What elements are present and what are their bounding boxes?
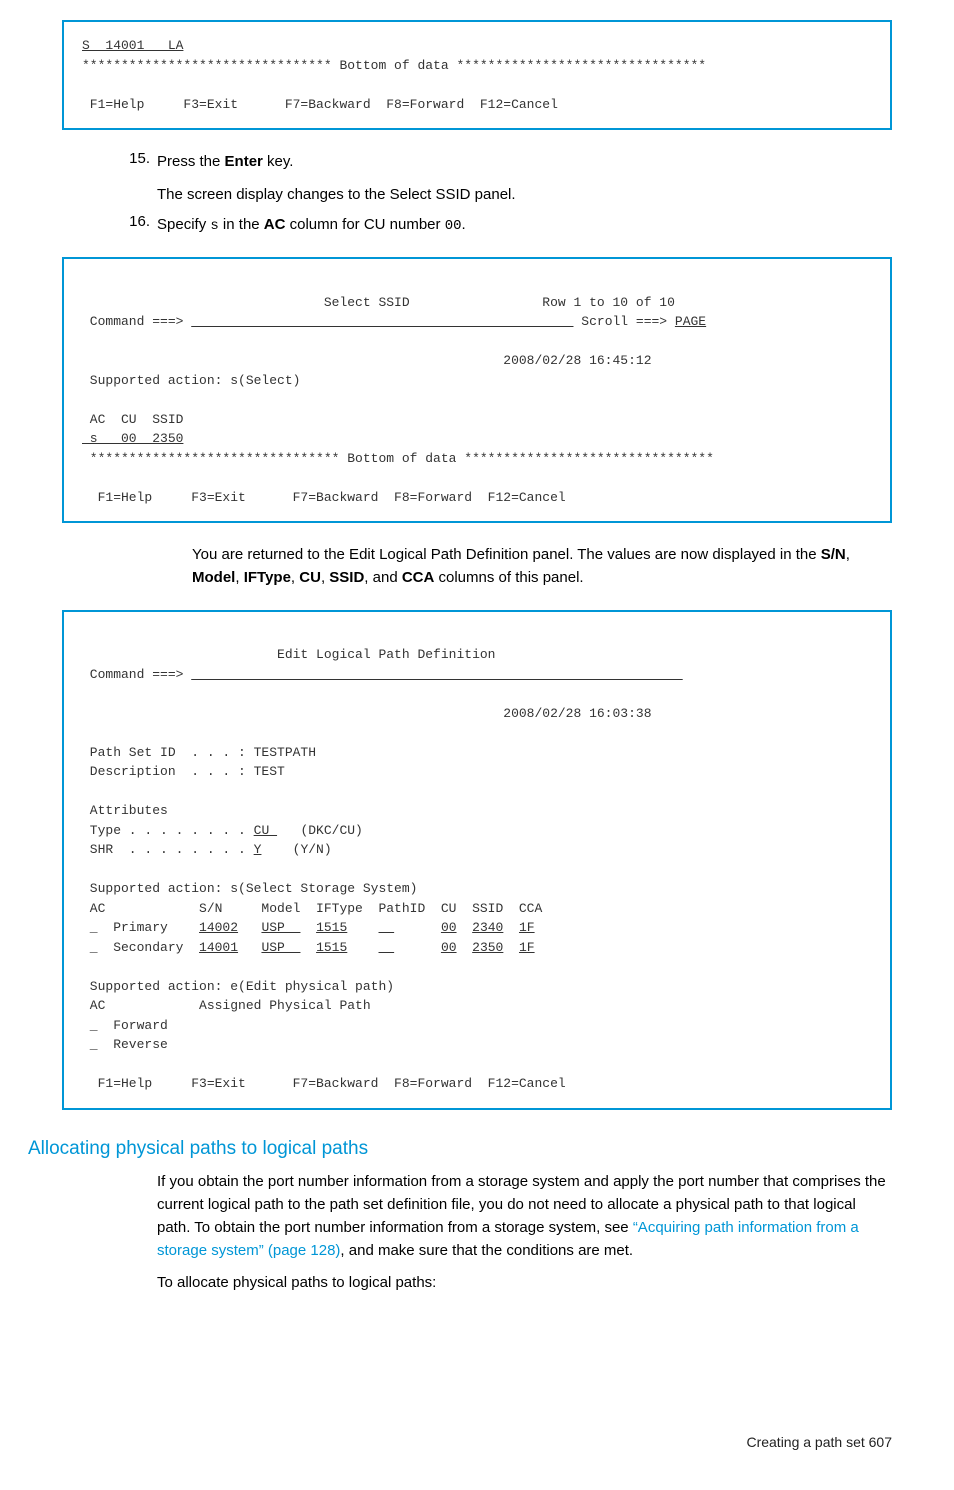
t3-pri-cc: 1F <box>519 920 535 935</box>
t3-sec-cc: 1F <box>519 940 535 955</box>
n2-a: You are returned to the Edit Logical Pat… <box>192 546 821 563</box>
t2-cmd-blank <box>191 314 573 329</box>
t2-supp: Supported action: s(Select) <box>82 373 300 388</box>
step15-text-b: key. <box>263 153 294 170</box>
t3-sec-if: 1515 <box>316 940 347 955</box>
terminal-panel-3: Edit Logical Path Definition Command ===… <box>62 610 892 1110</box>
sp <box>394 920 441 935</box>
narrative-returned: You are returned to the Edit Logical Pat… <box>192 543 892 590</box>
t3-type-v: CU <box>254 823 277 838</box>
sp <box>347 940 378 955</box>
step-number: 16. <box>120 213 150 230</box>
step-16: 16. Specify s in the AC column for CU nu… <box>157 213 892 238</box>
t3-cmd-a: Command ===> <box>82 667 191 682</box>
t3-title: Edit Logical Path Definition <box>82 647 495 662</box>
term1-fkeys: F1=Help F3=Exit F7=Backward F8=Forward F… <box>82 97 558 112</box>
sp <box>457 940 473 955</box>
step-number: 15. <box>120 150 150 167</box>
t2-scroll-a: Scroll ===> <box>573 314 674 329</box>
t3-p2: Description . . . : TEST <box>82 764 285 779</box>
p1-b: , and make sure that the conditions are … <box>340 1242 633 1259</box>
sp <box>503 940 519 955</box>
t3-pri-ss: 2340 <box>472 920 503 935</box>
t3-pri-if: 1515 <box>316 920 347 935</box>
n2-b4: CU <box>299 569 321 586</box>
step16-text-a: Specify <box>157 216 210 233</box>
footer-title: Creating a path set <box>746 1434 864 1450</box>
t3-sec-pi <box>379 940 395 955</box>
sp <box>300 940 316 955</box>
step16-text-c: column for CU number <box>285 216 444 233</box>
t3-fwd: _ Forward <box>82 1018 168 1033</box>
step16-text-b: in the <box>219 216 264 233</box>
t2-cmd-a: Command ===> <box>82 314 191 329</box>
section-p2: To allocate physical paths to logical pa… <box>157 1271 892 1294</box>
t3-shr-a: SHR . . . . . . . . <box>82 842 254 857</box>
footer-page-number: 607 <box>865 1434 892 1450</box>
step15-sub: The screen display changes to the Select… <box>157 183 892 206</box>
section-heading: Allocating physical paths to logical pat… <box>28 1138 892 1160</box>
t3-sec-ss: 2350 <box>472 940 503 955</box>
t3-hdr: AC S/N Model IFType PathID CU SSID CCA <box>82 901 542 916</box>
t2-scroll-v: PAGE <box>675 314 706 329</box>
step16-mono2: 00 <box>445 218 462 234</box>
terminal-panel-2: Select SSID Row 1 to 10 of 10 Command ==… <box>62 257 892 523</box>
n2-b2: Model <box>192 569 235 586</box>
t3-ts: 2008/02/28 16:03:38 <box>82 706 652 721</box>
t3-sec-md: USP <box>261 940 300 955</box>
t3-type-a: Type . . . . . . . . <box>82 823 254 838</box>
t2-bottom: ******************************** Bottom … <box>82 451 714 466</box>
t3-pri-md: USP <box>261 920 300 935</box>
step16-text-d: . <box>462 216 466 233</box>
n2-c3: , <box>291 569 299 586</box>
t3-supp2: Supported action: e(Edit physical path) <box>82 979 394 994</box>
page-footer: Creating a path set 607 <box>62 1434 892 1450</box>
t2-ts: 2008/02/28 16:45:12 <box>82 353 652 368</box>
t3-attr: Attributes <box>82 803 168 818</box>
sp <box>457 920 473 935</box>
t3-fkeys: F1=Help F3=Exit F7=Backward F8=Forward F… <box>82 1076 566 1091</box>
t3-pri-sn: 14002 <box>199 920 238 935</box>
t3-sec-cu: 00 <box>441 940 457 955</box>
n2-c5: , and <box>364 569 402 586</box>
sp <box>300 920 316 935</box>
t3-pri-a: _ Primary <box>82 920 199 935</box>
sp <box>347 920 378 935</box>
n2-c2: , <box>235 569 243 586</box>
step16-bold: AC <box>264 216 286 233</box>
step15-text-a: Press the <box>157 153 225 170</box>
t3-pri-cu: 00 <box>441 920 457 935</box>
t3-cmd-blank <box>191 667 682 682</box>
n2-b6: CCA <box>402 569 435 586</box>
n2-c1: , <box>846 546 850 563</box>
t3-phdr: AC Assigned Physical Path <box>82 998 371 1013</box>
sp <box>238 940 261 955</box>
step15-bold: Enter <box>225 153 263 170</box>
t3-type-b: (DKC/CU) <box>277 823 363 838</box>
sp <box>394 940 441 955</box>
term1-bottom: ******************************** Bottom … <box>82 58 706 73</box>
t2-row: s 00 2350 <box>82 431 183 446</box>
t2-hdr: AC CU SSID <box>82 412 183 427</box>
t3-shr-b: (Y/N) <box>261 842 331 857</box>
t3-rev: _ Reverse <box>82 1037 168 1052</box>
t2-fkeys: F1=Help F3=Exit F7=Backward F8=Forward F… <box>82 490 566 505</box>
n2-b5: SSID <box>329 569 364 586</box>
t3-p1: Path Set ID . . . : TESTPATH <box>82 745 316 760</box>
sp <box>503 920 519 935</box>
sp <box>238 920 261 935</box>
t3-pri-pi <box>379 920 395 935</box>
step16-mono1: s <box>210 218 218 234</box>
n2-c6: columns of this panel. <box>434 569 583 586</box>
t3-supp1: Supported action: s(Select Storage Syste… <box>82 881 417 896</box>
n2-b3: IFType <box>244 569 291 586</box>
t2-title: Select SSID Row 1 to 10 of 10 <box>82 295 675 310</box>
t3-sec-a: _ Secondary <box>82 940 199 955</box>
term1-row: S 14001 LA <box>82 38 183 53</box>
step-15: 15. Press the Enter key. The screen disp… <box>157 150 892 207</box>
t3-sec-sn: 14001 <box>199 940 238 955</box>
section-p1: If you obtain the port number informatio… <box>157 1170 892 1263</box>
terminal-panel-1: S 14001 LA *****************************… <box>62 20 892 130</box>
n2-b1: S/N <box>821 546 846 563</box>
